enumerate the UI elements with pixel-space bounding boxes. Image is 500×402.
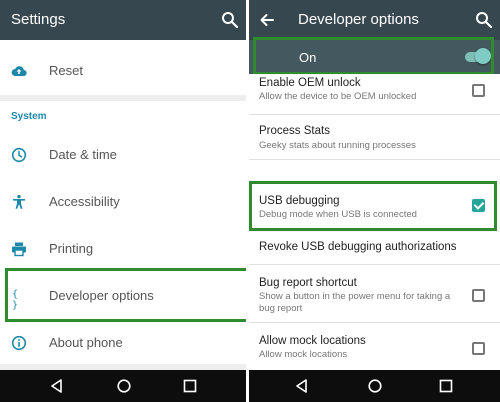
setting-allow-mock-locations[interactable]: Allow mock locations Allow mock location… <box>249 323 500 370</box>
recents-icon[interactable] <box>181 377 199 395</box>
settings-item-date-time[interactable]: Date & time <box>0 132 246 179</box>
setting-subtitle: Allow the device to be OEM unlocked <box>259 91 417 102</box>
settings-item-reset[interactable]: Reset <box>0 48 246 95</box>
home-icon[interactable] <box>366 377 384 395</box>
clock-icon <box>11 147 27 163</box>
setting-revoke-usb-authorizations[interactable]: Revoke USB debugging authorizations <box>249 232 500 264</box>
section-header-system: System <box>11 111 47 122</box>
search-icon[interactable] <box>474 10 494 30</box>
settings-item-label: Date & time <box>49 147 117 162</box>
oem-unlock-checkbox[interactable] <box>472 84 485 97</box>
developer-options-title: Developer options <box>298 11 419 28</box>
search-icon[interactable] <box>220 10 240 30</box>
settings-item-label: Reset <box>49 63 83 78</box>
setting-bug-report-shortcut[interactable]: Bug report shortcut Show a button in the… <box>249 265 500 322</box>
settings-item-printing[interactable]: Printing <box>0 226 246 273</box>
section-divider <box>0 95 246 101</box>
usb-debugging-highlight <box>249 181 497 231</box>
setting-title: Allow mock locations <box>259 335 366 347</box>
back-icon[interactable] <box>293 377 311 395</box>
settings-item-about-phone[interactable]: About phone <box>0 320 246 367</box>
developer-options-app-bar: Developer options <box>249 0 500 40</box>
developer-options-panel: Developer options On Enable OEM unlock A… <box>249 0 500 402</box>
cloud-upload-icon <box>11 63 27 79</box>
setting-title: Enable OEM unlock <box>259 77 361 89</box>
back-arrow-icon[interactable] <box>257 10 277 30</box>
setting-subtitle: Show a button in the power menu for taki… <box>259 291 451 314</box>
developer-options-highlight <box>5 268 246 322</box>
back-icon[interactable] <box>48 377 66 395</box>
navigation-bar <box>249 370 500 402</box>
setting-enable-oem-unlock[interactable]: Enable OEM unlock Allow the device to be… <box>249 74 500 114</box>
recents-icon[interactable] <box>437 377 455 395</box>
settings-item-label: About phone <box>49 335 123 350</box>
navigation-bar <box>0 370 246 402</box>
setting-title: Process Stats <box>259 125 330 137</box>
setting-title: Bug report shortcut <box>259 277 357 289</box>
accessibility-icon <box>11 194 27 210</box>
setting-title: Revoke USB debugging authorizations <box>259 241 457 253</box>
settings-item-label: Accessibility <box>49 194 120 209</box>
home-icon[interactable] <box>115 377 133 395</box>
settings-item-accessibility[interactable]: Accessibility <box>0 179 246 226</box>
setting-process-stats[interactable]: Process Stats Geeky stats about running … <box>249 115 500 159</box>
settings-title: Settings <box>11 11 66 28</box>
printer-icon <box>11 241 27 257</box>
settings-panel: Settings Reset System Date & time Access… <box>0 0 246 402</box>
info-icon <box>11 335 27 351</box>
setting-subtitle: Geeky stats about running processes <box>259 140 416 151</box>
setting-subtitle: Allow mock locations <box>259 349 348 360</box>
mock-locations-checkbox[interactable] <box>472 342 485 355</box>
settings-item-label: Printing <box>49 241 94 256</box>
bug-report-checkbox[interactable] <box>472 289 485 302</box>
settings-app-bar: Settings <box>0 0 246 40</box>
on-switch-highlight <box>253 37 494 75</box>
list-spacer <box>249 160 500 182</box>
